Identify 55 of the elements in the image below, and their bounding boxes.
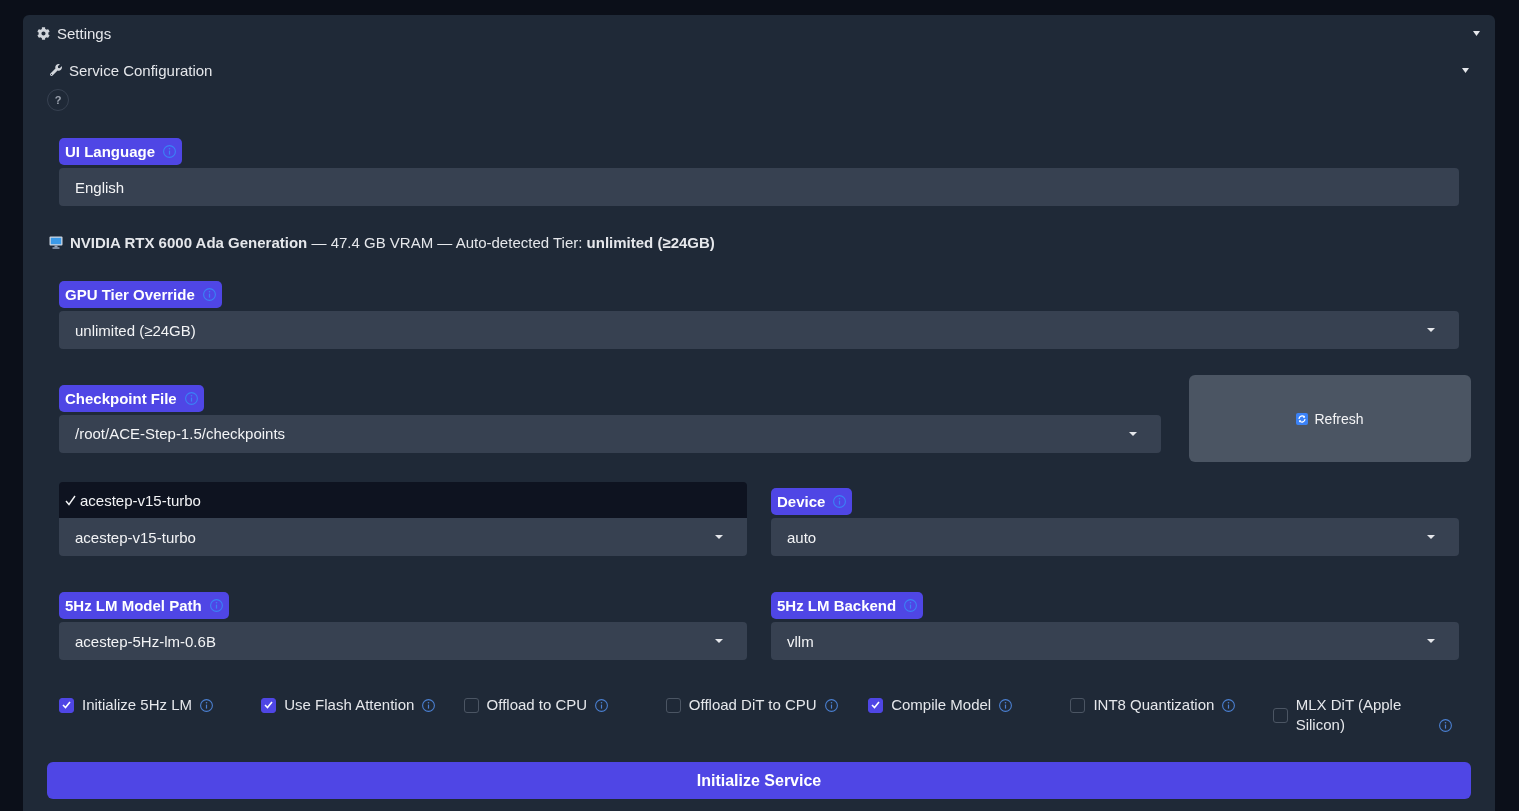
refresh-icon [1296,412,1309,425]
checkbox[interactable] [463,697,479,713]
checkmark-icon [62,701,71,709]
checkbox[interactable] [261,697,277,713]
field-label: Device [771,488,853,515]
info-icon[interactable] [824,699,838,712]
dropdown-option[interactable]: acestep-v15-turbo [59,482,747,518]
backend-dropdown[interactable]: vllm [771,622,1459,660]
info-icon[interactable] [999,699,1013,712]
field-label: 5Hz LM Backend [771,592,924,619]
caret-icon[interactable] [1473,30,1480,36]
checkmark-icon [871,701,881,709]
checkbox-label: INT8 Quantization [1093,695,1215,715]
dropdown-caret-icon [1427,639,1435,643]
dropdown-caret-icon [1129,431,1137,436]
device-dropdown[interactable]: auto [771,518,1459,556]
field-label: GPU Tier Override [59,281,222,308]
checkbox-label: Compile Model [891,695,992,715]
info-icon[interactable] [422,699,436,712]
gpu-info-text: NVIDIA RTX 6000 Ada Generation — 47.4 GB VRAM — Auto-detected Tier: unlimited (≥24GB) [70,233,715,251]
settings-title[interactable]: Settings [57,24,112,42]
checkbox[interactable] [868,697,884,713]
checkpoint-dropdown[interactable]: /root/ACE-Step-1.5/checkpoints [59,414,1161,453]
field-label: 5Hz LM Model Path [59,592,229,619]
checkbox-label: Initialize 5Hz LM [82,695,193,715]
lm-path-dropdown[interactable]: acestep-5Hz-lm-0.6B [59,622,747,660]
checkbox[interactable] [59,697,74,713]
info-icon[interactable] [595,699,609,712]
checkbox[interactable] [1272,707,1288,723]
language-field[interactable]: English [59,168,1459,206]
field-label: UI Language [59,138,182,165]
refresh-button[interactable]: Refresh [1189,375,1471,462]
dropdown-caret-icon [715,535,723,539]
checkbox-label: Offload DiT to CPU [688,695,817,715]
checkbox[interactable] [1070,697,1086,713]
checkbox-label: Use Flash Attention [284,695,415,715]
checkmark-icon [264,701,274,709]
dropdown-caret-icon [1427,328,1435,332]
caret-icon[interactable] [1462,67,1469,73]
wrench-icon [50,64,62,76]
field-label: Checkpoint File [59,384,204,412]
info-icon[interactable] [200,699,214,712]
info-icon[interactable] [1438,719,1452,732]
checkbox-label: MLX DiT (Apple Silicon) [1295,695,1403,735]
monitor-icon [49,235,63,249]
section-title[interactable]: Service Configuration [69,61,213,79]
initialize-button[interactable]: Initialize Service [47,762,1471,799]
info-icon[interactable] [1222,699,1236,712]
dropdown-caret-icon [715,639,723,643]
tier-dropdown[interactable]: unlimited (≥24GB) [59,311,1459,349]
dropdown-caret-icon [1427,535,1435,539]
gear-icon [37,26,50,40]
checkbox[interactable] [665,697,681,713]
model-dropdown[interactable]: acestep-v15-turbo [59,518,747,556]
checkbox-label: Offload to CPU [486,695,588,715]
